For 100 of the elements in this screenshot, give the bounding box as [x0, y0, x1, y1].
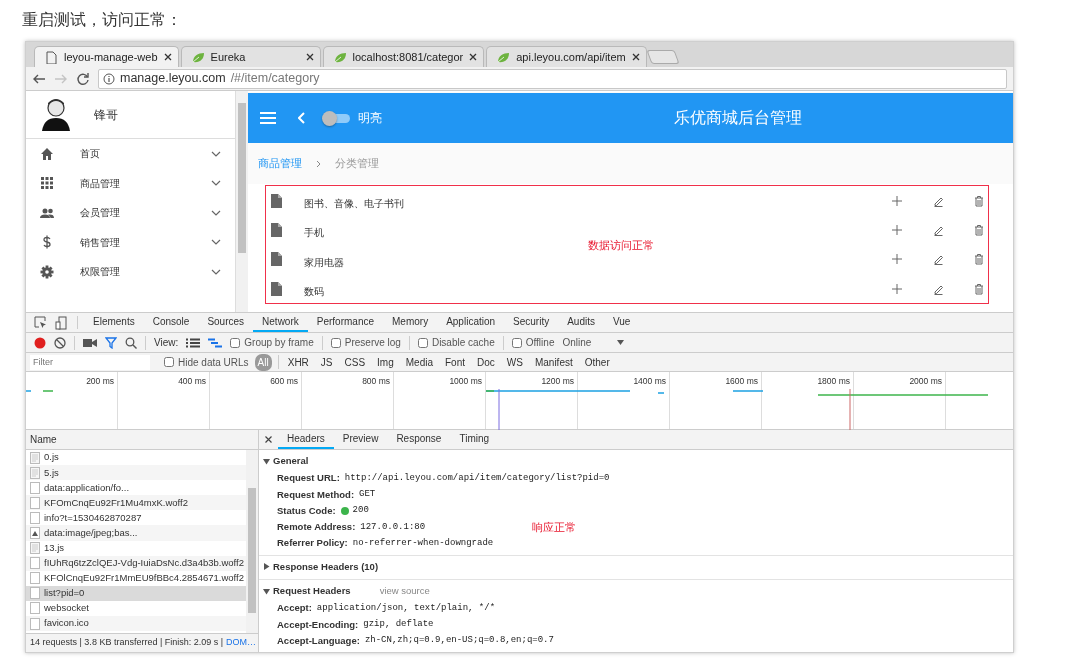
menu-icon[interactable]: [260, 112, 276, 124]
waterfall-icon[interactable]: [208, 337, 223, 348]
close-icon[interactable]: [305, 53, 314, 61]
page-icon: [45, 50, 58, 64]
request-row[interactable]: 13.js: [26, 540, 246, 556]
clear-icon[interactable]: [54, 336, 66, 349]
record-button[interactable]: [34, 336, 46, 349]
devtools-tab[interactable]: Audits: [558, 313, 604, 332]
category-name[interactable]: 手机: [304, 225, 888, 241]
request-row[interactable]: KFOmCnqEu92Fr1Mu4mxK.woff2: [26, 495, 246, 511]
inspect-icon[interactable]: [34, 316, 47, 329]
close-icon[interactable]: [631, 53, 640, 61]
list-view-icon[interactable]: [186, 337, 201, 348]
filter-type-button[interactable]: Font: [442, 353, 468, 371]
devtools-tab[interactable]: Sources: [198, 313, 254, 332]
filter-type-button[interactable]: JS: [317, 353, 336, 371]
column-header[interactable]: Name: [26, 430, 258, 450]
request-row[interactable]: data:image/jpeg;bas...: [26, 525, 246, 541]
address-field[interactable]: manage.leyou.com /#/item/category: [98, 68, 1007, 89]
filter-type-button[interactable]: WS: [503, 353, 526, 371]
filter-field[interactable]: Filter: [30, 354, 150, 370]
header-name: Request URL:: [277, 471, 340, 486]
checkbox-label[interactable]: Hide data URLs: [178, 354, 249, 370]
throttle-dropdown[interactable]: Online: [562, 335, 625, 350]
browser-tab[interactable]: localhost:8081/categor: [322, 46, 485, 67]
sidebar-item[interactable]: 会员管理: [26, 198, 235, 228]
triangle-right-icon[interactable]: [263, 563, 270, 571]
section-title[interactable]: General: [273, 454, 309, 469]
filter-type-button[interactable]: Other: [581, 353, 613, 371]
info-icon[interactable]: [103, 72, 115, 85]
checkbox[interactable]: [511, 337, 522, 348]
search-icon[interactable]: [125, 336, 137, 349]
browser-tab[interactable]: Eureka: [180, 46, 321, 67]
checkbox-label[interactable]: Group by frame: [244, 335, 314, 350]
sidebar-item[interactable]: 商品管理: [26, 168, 235, 198]
triangle-down-icon[interactable]: [263, 587, 270, 595]
checkbox[interactable]: [417, 337, 428, 348]
devtools-tab[interactable]: Elements: [84, 313, 144, 332]
filter-icon[interactable]: [105, 336, 117, 349]
devtools-tab[interactable]: Vue: [604, 313, 640, 332]
request-row[interactable]: KFOlCnqEu92Fr1MmEU9fBBc4.2854671.woff2: [26, 570, 246, 586]
filter-type-button[interactable]: Manifest: [531, 353, 576, 371]
annotation: 数据访问正常: [588, 238, 654, 254]
devtools-tab[interactable]: Security: [504, 313, 559, 332]
checkbox-label[interactable]: Offline: [525, 335, 555, 350]
scrollbar[interactable]: [246, 450, 258, 633]
checkbox[interactable]: [330, 337, 341, 348]
view-source-link[interactable]: view source: [379, 584, 430, 599]
toggle-switch[interactable]: [322, 111, 350, 125]
request-row[interactable]: 0.js: [26, 450, 246, 466]
request-row[interactable]: 5.js: [26, 465, 246, 481]
checkbox[interactable]: [230, 337, 241, 348]
category-name[interactable]: 图书、音像、电子书刊: [304, 196, 888, 212]
grid-icon: [40, 176, 54, 191]
section-title[interactable]: Response Headers (10): [273, 559, 379, 574]
detail-tab[interactable]: Timing: [450, 430, 499, 449]
checkbox-label[interactable]: Preserve log: [344, 335, 401, 350]
close-icon[interactable]: [469, 53, 478, 61]
request-row[interactable]: list?pid=0: [26, 585, 246, 601]
request-row[interactable]: data:application/fo...: [26, 480, 246, 496]
devtools-tab[interactable]: Application: [437, 313, 505, 332]
timeline-tick: 600 ms: [270, 376, 298, 386]
filter-type-button[interactable]: Img: [374, 353, 397, 371]
checkbox[interactable]: [164, 357, 174, 367]
request-row[interactable]: fIUhRq6tzZclQEJ-Vdg-IuiaDsNc.d3a4b3b.woff2: [26, 555, 246, 571]
request-row[interactable]: websocket: [26, 600, 246, 617]
detail-tab[interactable]: Headers: [278, 430, 334, 449]
dom-link[interactable]: DOM…: [226, 636, 257, 650]
request-row[interactable]: favicon.ico: [26, 616, 246, 632]
close-icon[interactable]: [265, 436, 272, 443]
heading: 重启测试，访问正常：: [22, 10, 182, 30]
browser-tab[interactable]: api.leyou.com/api/item: [486, 46, 647, 67]
device-icon[interactable]: [55, 315, 67, 330]
devtools-tab[interactable]: Performance: [307, 313, 383, 332]
chevron-left-icon[interactable]: [298, 112, 306, 124]
checkbox-label[interactable]: Disable cache: [431, 335, 495, 350]
file-icon: [30, 617, 40, 630]
request-row[interactable]: info?t=1530462870287: [26, 510, 246, 526]
filter-type-button[interactable]: XHR: [284, 353, 312, 371]
sidebar-item[interactable]: 权限管理: [26, 257, 235, 287]
reload-icon[interactable]: [76, 71, 90, 86]
devtools-tab[interactable]: Memory: [383, 313, 438, 332]
category-name[interactable]: 家用电器: [304, 254, 888, 270]
detail-tab[interactable]: Response: [387, 430, 451, 449]
filter-type-button[interactable]: Doc: [474, 353, 498, 371]
filter-type-button[interactable]: CSS: [341, 353, 369, 371]
timeline-tick: 1800 ms: [817, 376, 850, 386]
camera-icon[interactable]: [83, 337, 97, 348]
section-title[interactable]: Request Headers: [273, 584, 351, 599]
sidebar-item[interactable]: 销售管理: [26, 227, 235, 257]
scrollbar[interactable]: [236, 91, 248, 312]
sidebar-item[interactable]: 首页: [26, 139, 235, 169]
filter-type-button[interactable]: Media: [402, 353, 436, 371]
browser-tab[interactable]: leyou-manage-web: [34, 46, 179, 67]
triangle-down-icon[interactable]: [263, 457, 270, 465]
devtools-tab[interactable]: Console: [143, 313, 199, 332]
close-icon[interactable]: [163, 53, 172, 61]
category-name[interactable]: 数码: [304, 284, 888, 300]
file-icon: [271, 193, 282, 208]
detail-tab[interactable]: Preview: [333, 430, 388, 449]
